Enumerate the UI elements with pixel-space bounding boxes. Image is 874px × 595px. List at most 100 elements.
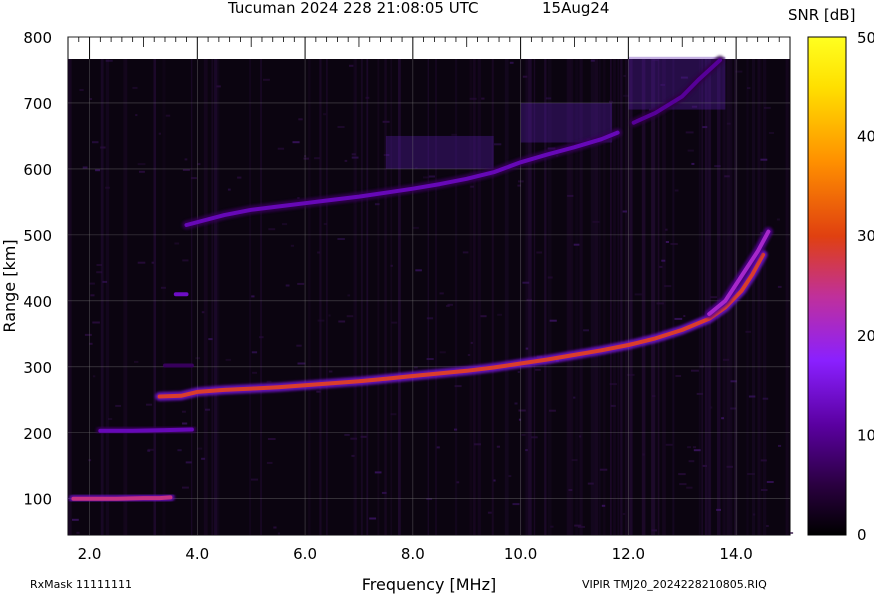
noise-speck [292, 141, 300, 144]
noise-speck [683, 315, 686, 317]
noise-speck [266, 461, 273, 464]
noise-speck [89, 282, 95, 285]
noise-speck [105, 186, 110, 189]
noise-speck [456, 481, 460, 484]
noise-column [662, 59, 666, 535]
noise-speck [439, 292, 444, 295]
noise-speck [696, 392, 704, 395]
noise-speck [132, 86, 138, 89]
noise-column [191, 59, 193, 535]
y-tick-label: 100 [23, 491, 52, 509]
noise-speck [323, 113, 327, 116]
noise-column [672, 59, 675, 535]
noise-column [757, 59, 761, 535]
noise-column [651, 59, 655, 535]
noise-column [427, 59, 429, 535]
x-tick-label: 6.0 [293, 545, 317, 563]
noise-column [469, 59, 472, 535]
noise-speck [338, 320, 346, 323]
noise-speck [95, 169, 101, 172]
noise-speck [89, 98, 93, 100]
noise-column [366, 59, 368, 535]
noise-speck [344, 433, 350, 436]
noise-column [384, 59, 387, 535]
noise-speck [277, 532, 280, 535]
noise-column [217, 59, 220, 535]
noise-column [162, 59, 166, 535]
footer-filename: VIPIR TMJ20_2024228210805.RIQ [582, 578, 767, 591]
noise-speck [259, 336, 264, 339]
y-tick-label: 300 [23, 359, 52, 377]
noise-column [760, 59, 762, 535]
noise-column [326, 59, 328, 535]
noise-speck [651, 529, 657, 532]
noise-speck [670, 243, 678, 245]
colorbar-tick-label: 0 [857, 526, 867, 544]
noise-speck [592, 220, 600, 223]
noise-speck [748, 395, 756, 398]
noise-speck [590, 59, 595, 62]
noise-speck [665, 228, 668, 231]
noise-speck [297, 362, 306, 365]
noise-speck [752, 513, 756, 516]
noise-speck [691, 162, 695, 165]
noise-speck [664, 285, 672, 288]
noise-column [353, 59, 355, 535]
noise-speck [726, 465, 733, 468]
noise-speck [369, 517, 377, 520]
noise-speck [494, 143, 502, 146]
noise-speck [185, 461, 192, 464]
noise-speck [328, 370, 333, 373]
noise-speck [497, 313, 502, 316]
y-tick-label: 500 [23, 227, 52, 245]
noise-speck [412, 226, 419, 229]
noise-speck [92, 141, 99, 144]
noise-speck [642, 453, 645, 456]
noise-column [504, 59, 509, 535]
noise-speck [724, 175, 730, 178]
noise-column [477, 59, 481, 535]
noise-speck [134, 360, 139, 363]
noise-speck [139, 170, 145, 173]
noise-speck [678, 473, 686, 476]
noise-column [69, 59, 71, 535]
noise-speck [105, 59, 113, 62]
y-axis-ticks: 100 200 300 400 500 600 700 800 [23, 29, 52, 509]
noise-speck [252, 371, 257, 374]
x-tick-label: 12.0 [612, 545, 645, 563]
noise-speck [285, 284, 290, 287]
noise-speck [687, 149, 694, 152]
noise-speck [137, 163, 146, 166]
noise-column [390, 59, 392, 535]
noise-speck [679, 483, 687, 486]
noise-speck [351, 156, 359, 159]
noise-column [454, 59, 458, 535]
noise-speck [623, 74, 627, 77]
noise-speck [184, 158, 188, 161]
noise-speck [674, 317, 683, 320]
noise-column [124, 59, 127, 535]
noise-speck [251, 295, 255, 298]
y-tick-label: 600 [23, 161, 52, 179]
noise-speck [273, 526, 277, 529]
noise-speck [415, 269, 422, 272]
noise-speck [462, 251, 469, 254]
noise-speck [716, 508, 721, 511]
noise-speck [518, 409, 526, 412]
noise-speck [512, 503, 520, 506]
noise-speck [92, 321, 100, 324]
noise-speck [365, 96, 370, 99]
noise-speck [237, 176, 242, 179]
noise-speck [446, 305, 450, 307]
noise-column [629, 59, 633, 535]
noise-speck [568, 489, 573, 491]
noise-column [214, 59, 217, 535]
noise-column [360, 59, 363, 535]
noise-speck [514, 402, 518, 405]
noise-speck [108, 418, 113, 420]
noise-speck [574, 524, 582, 527]
noise-speck [548, 409, 556, 412]
noise-column [641, 59, 646, 535]
noise-speck [349, 64, 354, 67]
noise-speck [480, 315, 487, 318]
